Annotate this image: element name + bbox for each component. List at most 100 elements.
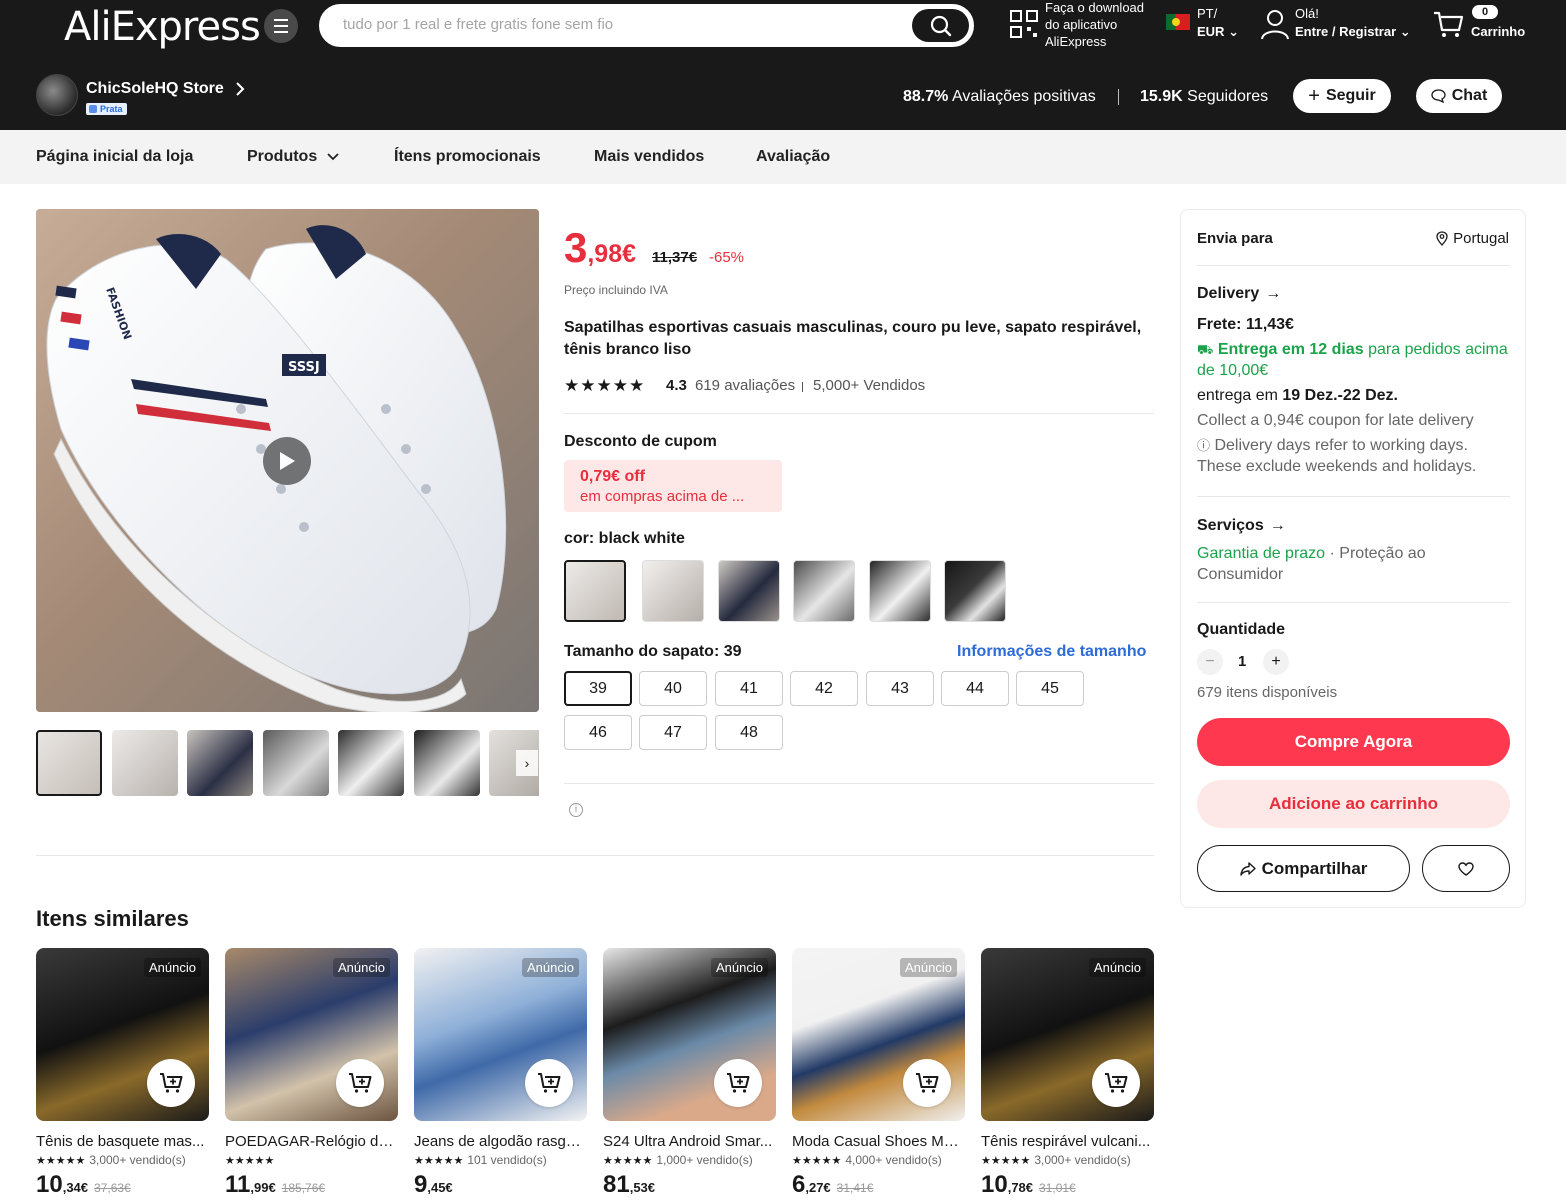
- size-option[interactable]: 43: [866, 671, 934, 706]
- ad-badge: Anúncio: [711, 958, 768, 977]
- color-swatch[interactable]: [718, 560, 780, 622]
- similar-item-card[interactable]: Anúncio Tênis de basquete mas... ★★★★★ 3,00…: [36, 948, 209, 1199]
- divider: [802, 382, 803, 392]
- divider: [1197, 265, 1510, 266]
- thumbnail[interactable]: [263, 730, 329, 796]
- size-option[interactable]: 46: [564, 715, 632, 750]
- discount-percent: -65%: [709, 249, 745, 266]
- info-icon[interactable]: i: [569, 803, 583, 817]
- similar-item-image[interactable]: Anúncio: [414, 948, 587, 1121]
- store-tier-badge: Prata: [86, 103, 127, 115]
- similar-item-card[interactable]: Anúncio S24 Ultra Android Smar... ★★★★★ 1,0…: [603, 948, 776, 1199]
- services-link[interactable]: Serviços →: [1197, 517, 1286, 535]
- similar-item-card[interactable]: Anúncio POEDAGAR-Relógio de ... ★★★★★ 11,99…: [225, 948, 398, 1199]
- quantity-increase-button[interactable]: +: [1263, 649, 1289, 675]
- thumbnail[interactable]: [187, 730, 253, 796]
- cart-plus-icon: [349, 1073, 372, 1093]
- size-option[interactable]: 42: [790, 671, 858, 706]
- similar-item-name[interactable]: Moda Casual Shoes Me...: [792, 1133, 962, 1150]
- size-option[interactable]: 40: [639, 671, 707, 706]
- coupon-card[interactable]: 0,79€ off em compras acima de ...: [564, 460, 782, 512]
- similar-item-image[interactable]: Anúncio: [792, 948, 965, 1121]
- app-download[interactable]: Faça o download do aplicativo AliExpress: [1010, 0, 1160, 49]
- nav-products[interactable]: Produtos: [247, 148, 339, 166]
- size-option[interactable]: 39: [564, 671, 632, 706]
- similar-item-name[interactable]: Jeans de algodão rasga...: [414, 1133, 584, 1150]
- search-icon: [930, 15, 951, 36]
- similar-item-card[interactable]: Anúncio Jeans de algodão rasga... ★★★★★ 101…: [414, 948, 587, 1199]
- thumbnails-next-button[interactable]: ›: [516, 750, 538, 776]
- search-input[interactable]: [343, 16, 903, 33]
- add-to-cart-button[interactable]: [525, 1059, 573, 1107]
- chevron-right-icon[interactable]: [233, 81, 247, 97]
- similar-item-image[interactable]: Anúncio: [603, 948, 776, 1121]
- size-option[interactable]: 44: [941, 671, 1009, 706]
- follow-button[interactable]: + Seguir: [1293, 79, 1391, 113]
- similar-item-sold: 4,000+ vendido(s): [845, 1153, 942, 1167]
- share-button[interactable]: Compartilhar: [1197, 845, 1410, 892]
- ship-to-country[interactable]: Portugal: [1436, 230, 1509, 247]
- cart-icon: [1434, 11, 1464, 37]
- similar-item-image[interactable]: Anúncio: [225, 948, 398, 1121]
- similar-item-image[interactable]: Anúncio: [981, 948, 1154, 1121]
- add-to-cart-button[interactable]: Adicione ao carrinho: [1197, 780, 1510, 828]
- reviews-count[interactable]: 619 avaliações: [695, 377, 795, 394]
- add-to-cart-button[interactable]: [903, 1059, 951, 1107]
- arrow-right-icon: →: [1269, 517, 1286, 534]
- chat-button[interactable]: Chat: [1416, 79, 1502, 113]
- add-to-cart-button[interactable]: [336, 1059, 384, 1107]
- color-swatch[interactable]: [793, 560, 855, 622]
- size-option[interactable]: 41: [715, 671, 783, 706]
- delivery-link[interactable]: Delivery →: [1197, 285, 1281, 303]
- size-option[interactable]: 48: [715, 715, 783, 750]
- heart-icon: [1458, 861, 1474, 876]
- sign-in-link[interactable]: Entre / Registrar ⌄: [1295, 24, 1411, 40]
- similar-item-card[interactable]: Anúncio Tênis respirável vulcani... ★★★★★ 3…: [981, 948, 1154, 1199]
- similar-item-rating: ★★★★★ 101 vendido(s): [414, 1153, 587, 1167]
- store-navigation: Página inicial da loja Produtos Ítens pr…: [0, 130, 1566, 184]
- current-price: 3,98€: [564, 224, 637, 271]
- add-to-cart-button[interactable]: [1092, 1059, 1140, 1107]
- store-avatar[interactable]: [36, 74, 78, 116]
- quantity-value[interactable]: 1: [1238, 653, 1246, 670]
- search-button[interactable]: [912, 9, 969, 42]
- similar-item-sold: 3,000+ vendido(s): [1034, 1153, 1131, 1167]
- nav-store-home[interactable]: Página inicial da loja: [36, 148, 193, 166]
- similar-item-image[interactable]: Anúncio: [36, 948, 209, 1121]
- color-swatch[interactable]: [869, 560, 931, 622]
- add-to-cart-button[interactable]: [147, 1059, 195, 1107]
- thumbnail[interactable]: [112, 730, 178, 796]
- quantity-decrease-button[interactable]: −: [1197, 649, 1223, 675]
- aliexpress-logo[interactable]: AliExpress: [64, 4, 261, 50]
- color-swatch[interactable]: [642, 560, 704, 622]
- category-menu-button[interactable]: [264, 9, 298, 43]
- nav-best-sellers[interactable]: Mais vendidos: [594, 148, 704, 166]
- similar-item-name[interactable]: S24 Ultra Android Smar...: [603, 1133, 773, 1150]
- size-option[interactable]: 47: [639, 715, 707, 750]
- thumbnail[interactable]: [414, 730, 480, 796]
- thumbnail[interactable]: [36, 730, 102, 796]
- wishlist-button[interactable]: [1422, 845, 1510, 892]
- store-name[interactable]: ChicSoleHQ Store: [86, 80, 224, 98]
- size-option[interactable]: 45: [1016, 671, 1084, 706]
- buy-now-button[interactable]: Compre Agora: [1197, 718, 1510, 766]
- nav-promotions[interactable]: Ítens promocionais: [394, 148, 541, 166]
- cart-plus-icon: [538, 1073, 561, 1093]
- similar-item-name[interactable]: Tênis respirável vulcani...: [981, 1133, 1151, 1150]
- play-video-button[interactable]: [263, 437, 311, 485]
- star-rating-icon: ★★★★★: [603, 1155, 653, 1167]
- similar-item-rating: ★★★★★ 3,000+ vendido(s): [981, 1153, 1154, 1167]
- add-to-cart-button[interactable]: [714, 1059, 762, 1107]
- nav-reviews[interactable]: Avaliação: [756, 148, 830, 166]
- similar-item-name[interactable]: POEDAGAR-Relógio de ...: [225, 1133, 395, 1150]
- similar-item-card[interactable]: Anúncio Moda Casual Shoes Me... ★★★★★ 4,000…: [792, 948, 965, 1199]
- thumbnail[interactable]: [338, 730, 404, 796]
- size-info-link[interactable]: Informações de tamanho: [957, 643, 1146, 661]
- color-swatch[interactable]: [944, 560, 1006, 622]
- color-swatch[interactable]: [564, 560, 626, 622]
- similar-item-name[interactable]: Tênis de basquete mas...: [36, 1133, 206, 1150]
- product-main-image[interactable]: SSSJ FASHION: [36, 209, 539, 712]
- app-download-text: Faça o download do aplicativo AliExpress: [1045, 0, 1145, 49]
- similar-item-old-price: 31,01€: [1039, 1181, 1076, 1195]
- ad-badge: Anúncio: [900, 958, 957, 977]
